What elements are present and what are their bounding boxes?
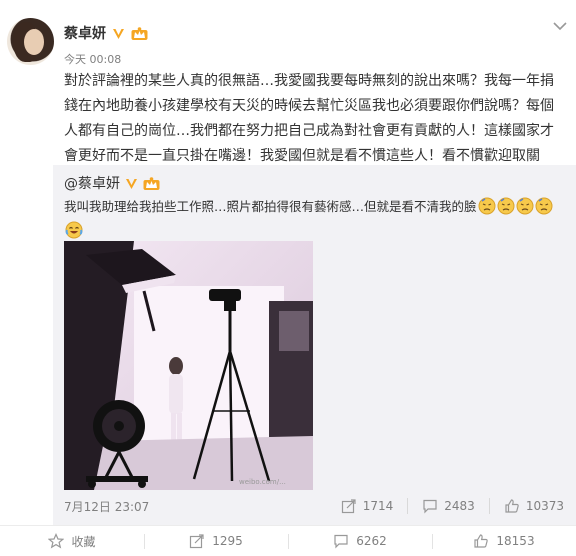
repost-repost-count[interactable]: 1714 xyxy=(327,498,408,514)
author-name[interactable]: 蔡卓妍 xyxy=(64,23,106,43)
action-bar: 收藏 1295 6262 18153 xyxy=(0,525,576,556)
repost-icon xyxy=(341,499,356,514)
repost-button[interactable]: 1295 xyxy=(144,526,288,556)
studio-photo[interactable]: weibo.com/... xyxy=(64,241,313,490)
repost-comment-value: 2483 xyxy=(444,499,475,513)
comment-count: 6262 xyxy=(356,534,387,548)
repost-stats: 1714 2483 10373 xyxy=(327,498,564,514)
chevron-down-icon[interactable] xyxy=(552,18,568,34)
repost-date[interactable]: 7月12日 23:07 xyxy=(64,498,149,515)
star-icon xyxy=(48,533,65,549)
repost-author[interactable]: @蔡卓妍 xyxy=(64,173,120,193)
sad-face-emoji-icon xyxy=(478,197,496,215)
sad-face-emoji-icon xyxy=(516,197,534,215)
member-crown-icon[interactable] xyxy=(143,176,160,191)
sad-face-emoji-icon xyxy=(535,197,553,215)
comment-icon xyxy=(334,534,348,549)
repost-count: 1295 xyxy=(212,534,243,548)
author-avatar[interactable] xyxy=(7,18,54,65)
repost-repost-value: 1714 xyxy=(362,499,394,513)
author-row: 蔡卓妍 xyxy=(64,23,148,43)
reposted-content: @蔡卓妍 我叫我助理给我拍些工作照…照片都拍得很有藝術感…但就是看不清我的臉 w… xyxy=(53,165,576,525)
weibo-post-card: 蔡卓妍 今天 00:08 對於評論裡的某些人真的很無語…我愛國我要每時無刻的說出… xyxy=(0,0,576,556)
thumbs-up-icon xyxy=(474,534,489,548)
verified-icon xyxy=(124,176,139,191)
like-count: 18153 xyxy=(496,534,535,548)
member-crown-icon[interactable] xyxy=(131,26,148,41)
thumbs-up-icon xyxy=(505,499,519,513)
favorite-label: 收藏 xyxy=(71,534,96,549)
post-text: 對於評論裡的某些人真的很無語…我愛國我要每時無刻的說出來嗎？我每一年捐錢在內地助… xyxy=(64,73,554,164)
repost-like-count[interactable]: 10373 xyxy=(488,498,564,514)
comment-button[interactable]: 6262 xyxy=(288,526,432,556)
crying-laugh-emoji-icon xyxy=(65,221,83,239)
verified-icon xyxy=(111,26,126,41)
photo-watermark: weibo.com/... xyxy=(239,478,286,486)
post-time[interactable]: 今天 00:08 xyxy=(64,51,121,67)
like-button[interactable]: 18153 xyxy=(432,526,576,556)
sad-face-emoji-icon xyxy=(497,197,515,215)
repost-author-row: @蔡卓妍 xyxy=(64,173,160,193)
repost-icon xyxy=(190,534,204,549)
repost-like-value: 10373 xyxy=(525,499,564,513)
comment-icon xyxy=(423,499,437,514)
favorite-button[interactable]: 收藏 xyxy=(0,526,144,556)
repost-comment-count[interactable]: 2483 xyxy=(407,498,489,514)
repost-text-content: 我叫我助理给我拍些工作照…照片都拍得很有藝術感…但就是看不清我的臉 xyxy=(64,199,477,214)
